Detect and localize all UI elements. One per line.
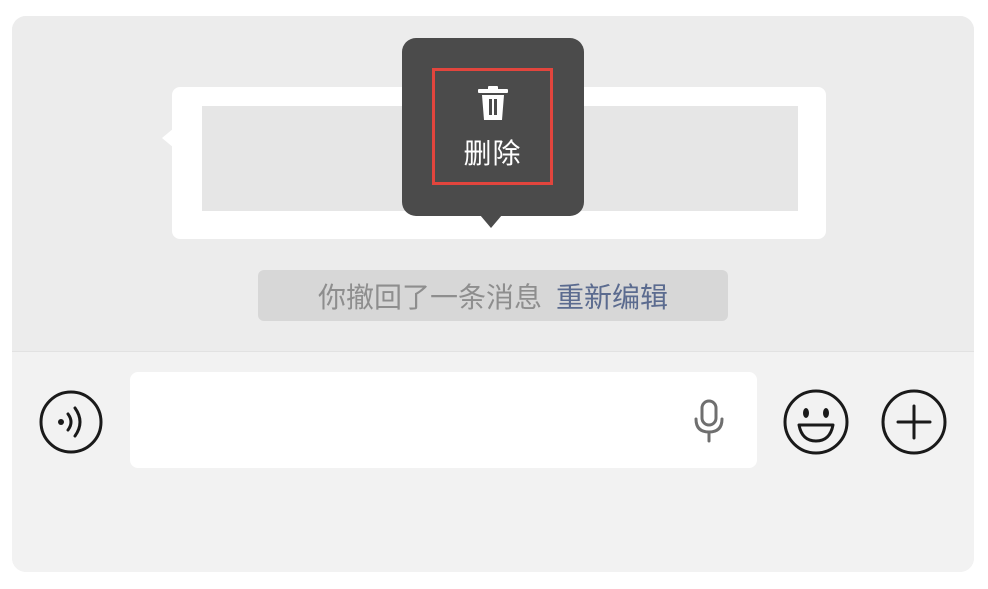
recall-notice: 你撤回了一条消息 重新编辑 bbox=[258, 270, 728, 321]
bubble-tail bbox=[162, 128, 174, 148]
chat-screen: 删除 你撤回了一条消息 重新编辑 bbox=[12, 16, 974, 572]
voice-toggle-button[interactable] bbox=[38, 389, 104, 455]
emoji-icon bbox=[783, 389, 849, 455]
reedit-link[interactable]: 重新编辑 bbox=[556, 276, 668, 316]
delete-label: 删除 bbox=[463, 136, 522, 170]
more-button[interactable] bbox=[880, 388, 948, 456]
microphone-icon[interactable] bbox=[689, 399, 729, 443]
context-menu-arrow bbox=[480, 215, 502, 228]
delete-menu-item[interactable]: 删除 bbox=[432, 68, 553, 185]
chat-area: 删除 你撤回了一条消息 重新编辑 bbox=[12, 16, 974, 351]
trash-icon bbox=[477, 85, 508, 120]
emoji-button[interactable] bbox=[782, 388, 850, 456]
message-input[interactable] bbox=[130, 372, 757, 468]
voice-toggle-icon bbox=[39, 390, 103, 454]
input-bar bbox=[12, 351, 974, 572]
recall-text: 你撤回了一条消息 bbox=[317, 280, 542, 314]
plus-icon bbox=[881, 389, 947, 455]
